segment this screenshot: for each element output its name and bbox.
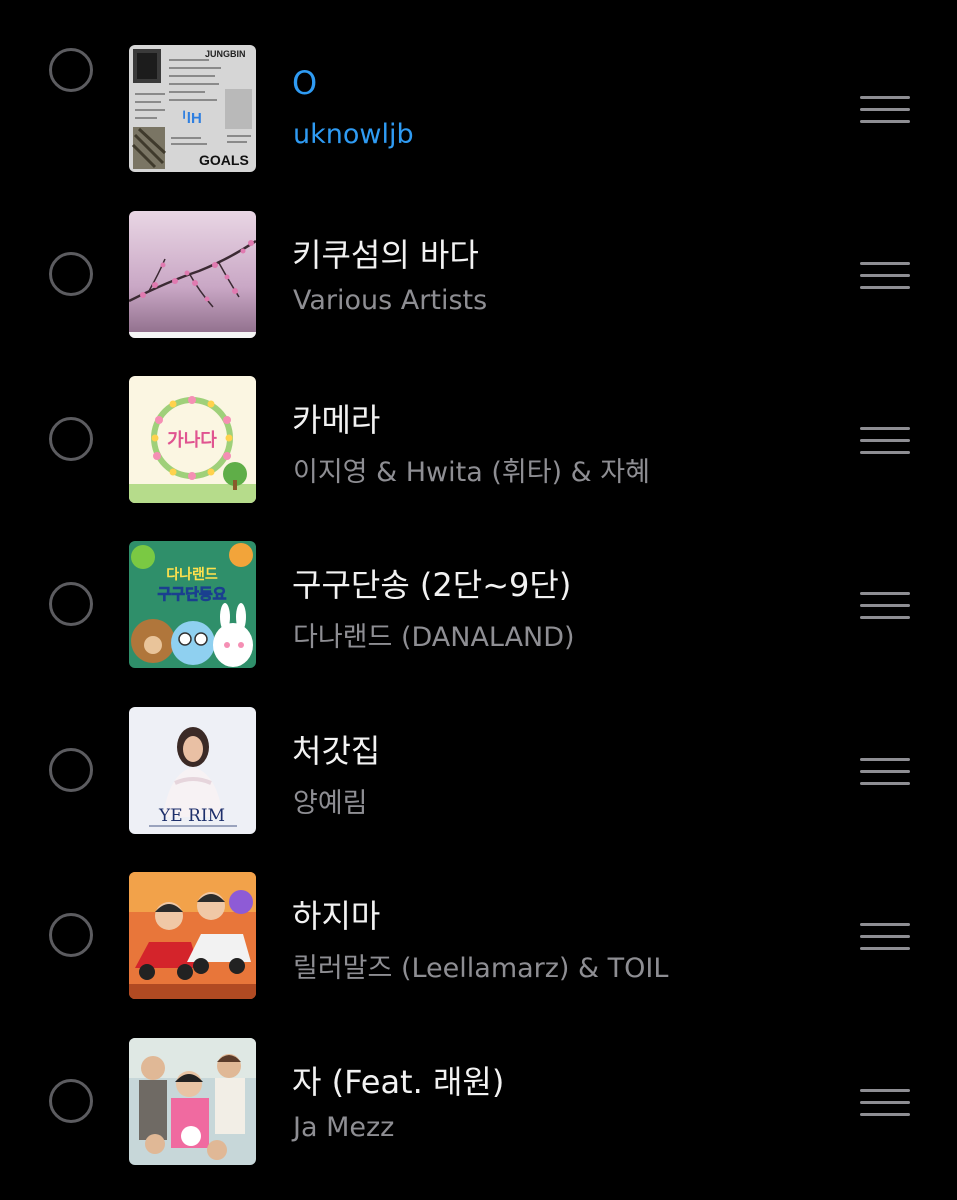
track-row[interactable]: 키쿠섬의 바다 Various Artists [0, 192, 957, 357]
track-artist: Various Artists [293, 285, 488, 316]
kids-in-toy-cars-album-art [129, 872, 256, 999]
album-art [129, 872, 256, 999]
track-row[interactable]: 가나다 카메라 이지영 & Hwita (휘타) & 자혜 [0, 357, 957, 522]
select-circle[interactable] [49, 1079, 93, 1123]
reorder-handle-icon[interactable] [860, 262, 910, 290]
track-row[interactable]: JUNGBIN ᅵlH GOALS O uknowljb [0, 26, 957, 191]
track-artist: 릴러말즈 (Leellamarz) & TOIL [293, 953, 669, 984]
album-art [129, 211, 256, 338]
ganada-flower-wreath-album-art: 가나다 [129, 376, 256, 503]
select-circle[interactable] [49, 748, 93, 792]
reorder-handle-icon[interactable] [860, 592, 910, 620]
select-circle[interactable] [49, 48, 93, 92]
reorder-handle-icon[interactable] [860, 96, 910, 124]
track-title: 하지마 [292, 897, 381, 935]
album-art-text: YE RIM [158, 806, 225, 826]
album-art: YE RIM [129, 707, 256, 834]
track-artist: 양예림 [293, 788, 368, 819]
danaland-animals-album-art: 다나랜드 구구단동요 [129, 541, 256, 668]
track-artist: Ja Mezz [293, 1112, 395, 1143]
track-row[interactable]: 다나랜드 구구단동요 구구단송 (2단~9단) 다나랜드 (DANALAND) [0, 522, 957, 687]
track-row[interactable]: 하지마 릴러말즈 (Leellamarz) & TOIL [0, 853, 957, 1018]
reorder-handle-icon[interactable] [860, 923, 910, 951]
jungbin-goals-album-art: JUNGBIN ᅵlH GOALS [129, 45, 256, 172]
track-title: 카메라 [292, 401, 381, 439]
svg-text:JUNGBIN: JUNGBIN [205, 49, 246, 59]
album-art [129, 1038, 256, 1165]
track-artist: 다나랜드 (DANALAND) [293, 622, 575, 653]
track-row[interactable]: YE RIM 처갓집 양예림 [0, 688, 957, 853]
select-circle[interactable] [49, 913, 93, 957]
track-title: 처갓집 [292, 732, 381, 770]
album-art: JUNGBIN ᅵlH GOALS [129, 45, 256, 172]
family-photo-album-art [129, 1038, 256, 1165]
reorder-handle-icon[interactable] [860, 1089, 910, 1117]
playlist: JUNGBIN ᅵlH GOALS O uknowljb 키쿠섬의 바다 Var… [0, 0, 957, 1200]
reorder-handle-icon[interactable] [860, 427, 910, 455]
track-title: 키쿠섬의 바다 [292, 236, 479, 274]
yerim-portrait-album-art: YE RIM [129, 707, 256, 834]
reorder-handle-icon[interactable] [860, 758, 910, 786]
album-art-text: 다나랜드 [166, 566, 218, 583]
pink-blossom-branch-album-art [129, 211, 256, 338]
album-art-text: 가나다 [167, 430, 217, 451]
album-art: 가나다 [129, 376, 256, 503]
album-art: 다나랜드 구구단동요 [129, 541, 256, 668]
select-circle[interactable] [49, 252, 93, 296]
track-title: 구구단송 (2단~9단) [292, 566, 572, 604]
track-artist: 이지영 & Hwita (휘타) & 자혜 [293, 457, 650, 488]
svg-text:GOALS: GOALS [199, 152, 249, 168]
track-title: O [292, 64, 318, 102]
album-art-text: 구구단동요 [157, 585, 226, 603]
track-artist: uknowljb [293, 119, 414, 150]
select-circle[interactable] [49, 582, 93, 626]
select-circle[interactable] [49, 417, 93, 461]
svg-text:ᅵlH: ᅵlH [173, 110, 202, 127]
track-row[interactable]: 자 (Feat. 래원) Ja Mezz [0, 1019, 957, 1184]
track-title: 자 (Feat. 래원) [292, 1063, 505, 1101]
